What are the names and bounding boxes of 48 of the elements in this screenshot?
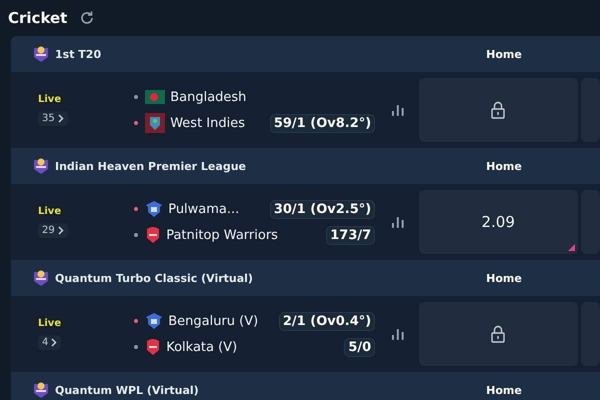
lock-icon [491, 101, 506, 119]
markets-count-button[interactable]: 4 [38, 335, 62, 350]
odds-button[interactable] [418, 302, 578, 366]
column-header: Home [485, 384, 523, 396]
team-name: Pulwama... [168, 202, 240, 216]
league-badge-icon [33, 269, 49, 287]
chevron-icon [58, 114, 64, 123]
markets-count-button[interactable]: 29 [38, 223, 68, 238]
team-name: Patnitop Warriors [166, 228, 279, 242]
league-badge-icon [33, 381, 49, 399]
league-name: 1st T20 [55, 48, 102, 60]
column-header: Home [485, 160, 523, 172]
team-name: West Indies [170, 116, 246, 130]
team-score: 5/0 [344, 338, 376, 356]
league-name: Quantum Turbo Classic (Virtual) [55, 272, 254, 284]
team-score: 2/1 (Ov0.4°) [278, 312, 376, 330]
flag-icon [145, 113, 166, 133]
shield-icon [145, 200, 164, 218]
column-header: Home [485, 48, 523, 60]
flag-icon [145, 90, 166, 104]
stats-icon[interactable] [391, 215, 405, 229]
lock-icon [491, 325, 506, 343]
live-label: Live [38, 94, 62, 105]
league-badge-icon [33, 157, 49, 175]
shield-icon [145, 338, 162, 356]
page-title: Cricket [8, 9, 68, 27]
team-name: Bengaluru (V) [168, 314, 260, 328]
shield-icon [145, 312, 164, 330]
chevron-icon [51, 338, 58, 347]
stats-icon[interactable] [391, 327, 405, 341]
chevron-icon [58, 226, 64, 235]
league-name: Indian Heaven Premier League [55, 160, 247, 172]
stats-icon[interactable] [391, 103, 405, 117]
league-badge-icon [33, 45, 49, 63]
team-score: 59/1 (Ov8.2°) [270, 114, 376, 132]
column-header: Home [485, 272, 523, 284]
league-name: Quantum WPL (Virtual) [55, 384, 200, 396]
shield-icon [145, 226, 162, 244]
refresh-icon[interactable] [79, 10, 96, 26]
team-score: 173/7 [326, 226, 376, 244]
team-score: 30/1 (Ov2.5°) [270, 200, 376, 218]
team-name: Kolkata (V) [166, 340, 238, 354]
odds-button[interactable]: 2.09 [418, 190, 578, 254]
team-name: Bangladesh [170, 90, 248, 104]
live-label: Live [38, 206, 62, 217]
odds-button[interactable] [418, 78, 578, 142]
markets-count-button[interactable]: 35 [38, 111, 68, 126]
live-label: Live [38, 318, 62, 329]
